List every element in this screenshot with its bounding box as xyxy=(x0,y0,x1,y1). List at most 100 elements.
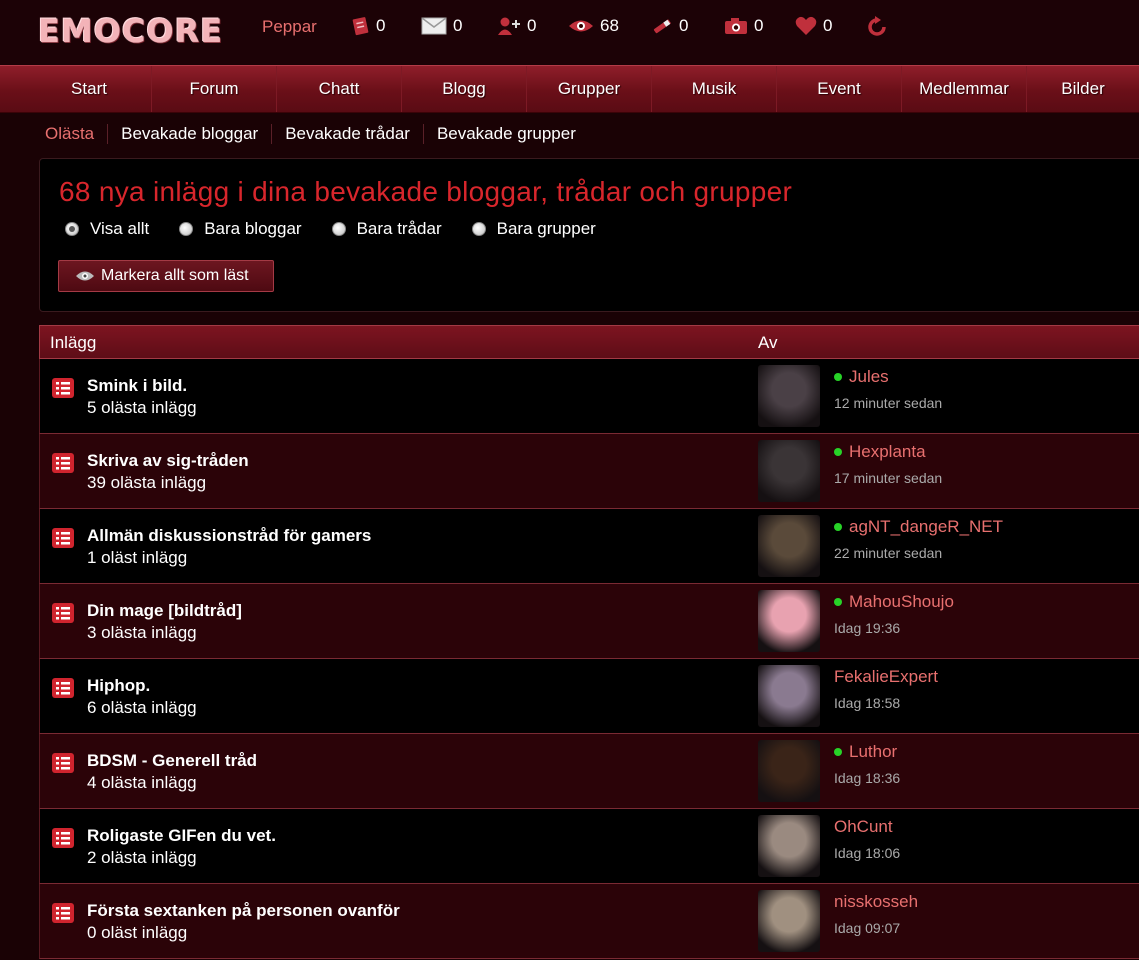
friend-request-stat[interactable]: 0 xyxy=(497,16,536,36)
column-header-by: Av xyxy=(758,333,778,352)
subnav-bevakade-bloggar[interactable]: Bevakade bloggar xyxy=(121,124,258,144)
main-nav: Start Forum Chatt Blogg Grupper Musik Ev… xyxy=(0,65,1139,113)
mark-all-read-button[interactable]: Markera allt som läst xyxy=(58,260,274,292)
author-link[interactable]: Jules xyxy=(834,367,889,387)
radio-button[interactable] xyxy=(331,222,346,236)
filter-bara-bloggar[interactable]: Bara bloggar xyxy=(179,219,302,239)
pen-stat[interactable]: 0 xyxy=(651,16,688,36)
eye-icon xyxy=(76,271,94,281)
author-link[interactable]: agNT_dangeR_NET xyxy=(834,517,1003,537)
thread-list-icon xyxy=(52,378,74,398)
nav-forum[interactable]: Forum xyxy=(152,66,277,112)
online-indicator xyxy=(834,448,842,456)
avatar[interactable] xyxy=(758,590,820,652)
post-time: Idag 18:36 xyxy=(834,770,901,786)
filter-label: Bara trådar xyxy=(356,219,442,238)
filter-bara-grupper[interactable]: Bara grupper xyxy=(471,219,596,239)
avatar[interactable] xyxy=(758,515,820,577)
table-body: Smink i bild. 5 olästa inlägg Jules 12 minu… xyxy=(39,359,1139,959)
nav-event[interactable]: Event xyxy=(777,66,902,112)
post-time: 17 minuter sedan xyxy=(834,470,943,486)
filter-label: Bara grupper xyxy=(496,219,596,238)
avatar[interactable] xyxy=(758,365,820,427)
subnav-olasta[interactable]: Olästa xyxy=(45,124,94,144)
author-name: OhCunt xyxy=(834,817,893,836)
nav-start[interactable]: Start xyxy=(27,66,152,112)
author-link[interactable]: Luthor xyxy=(834,742,897,762)
eye-icon xyxy=(569,20,593,32)
radio-button[interactable] xyxy=(471,222,486,236)
avatar[interactable] xyxy=(758,440,820,502)
mail-stat[interactable]: 0 xyxy=(421,16,462,36)
nav-grupper[interactable]: Grupper xyxy=(527,66,652,112)
pen-count: 0 xyxy=(679,16,689,35)
thread-title[interactable]: Roligaste GIFen du vet. xyxy=(87,826,276,846)
guestbook-count: 0 xyxy=(376,16,386,35)
table-row[interactable]: Roligaste GIFen du vet. 2 olästa inlägg Oh… xyxy=(39,809,1139,884)
sub-nav: Olästa Bevakade bloggar Bevakade trådar … xyxy=(45,124,576,144)
unread-count: 1 oläst inlägg xyxy=(87,548,188,567)
nav-bilder[interactable]: Bilder xyxy=(1027,66,1139,112)
nav-chatt[interactable]: Chatt xyxy=(277,66,402,112)
thread-title[interactable]: Skriva av sig-tråden xyxy=(87,451,249,471)
author-name: Jules xyxy=(849,367,889,386)
table-row[interactable]: Första sextanken på personen ovanför 0 ol… xyxy=(39,884,1139,959)
mail-icon xyxy=(421,17,447,35)
top-bar: EMOCORE Peppar 0 0 0 68 0 0 0 xyxy=(0,0,1139,64)
author-name: agNT_dangeR_NET xyxy=(849,517,1004,536)
subnav-bevakade-grupper[interactable]: Bevakade grupper xyxy=(437,124,576,144)
heart-stat[interactable]: 0 xyxy=(795,16,832,36)
thread-title[interactable]: BDSM - Generell tråd xyxy=(87,751,257,771)
thread-list-icon xyxy=(52,828,74,848)
thread-title[interactable]: Första sextanken på personen ovanför xyxy=(87,901,400,921)
unread-count: 0 oläst inlägg xyxy=(87,923,188,942)
subnav-bevakade-tradar[interactable]: Bevakade trådar xyxy=(285,124,410,144)
username-link[interactable]: Peppar xyxy=(262,17,317,37)
thread-title[interactable]: Allmän diskussionstråd för gamers xyxy=(87,526,371,546)
author-link[interactable]: nisskosseh xyxy=(834,892,918,912)
thread-title[interactable]: Smink i bild. xyxy=(87,376,187,396)
guestbook-stat[interactable]: 0 xyxy=(352,16,385,36)
nav-musik[interactable]: Musik xyxy=(652,66,777,112)
author-link[interactable]: OhCunt xyxy=(834,817,893,837)
author-link[interactable]: FekalieExpert xyxy=(834,667,938,687)
radio-button[interactable] xyxy=(179,222,194,236)
filter-visa-allt[interactable]: Visa allt xyxy=(65,219,149,239)
unread-count: 2 olästa inlägg xyxy=(87,848,197,867)
table-row[interactable]: Skriva av sig-tråden 39 olästa inlägg Hexp… xyxy=(39,434,1139,509)
avatar[interactable] xyxy=(758,740,820,802)
logout-button[interactable] xyxy=(866,16,888,38)
nav-blogg[interactable]: Blogg xyxy=(402,66,527,112)
table-row[interactable]: Din mage [bildtråd] 3 olästa inlägg MahouS… xyxy=(39,584,1139,659)
avatar[interactable] xyxy=(758,665,820,727)
site-logo[interactable]: EMOCORE xyxy=(38,12,223,50)
friend-request-icon xyxy=(498,17,520,35)
avatar[interactable] xyxy=(758,890,820,952)
unread-count: 39 olästa inlägg xyxy=(87,473,207,492)
camera-stat[interactable]: 0 xyxy=(724,16,763,36)
thread-list-icon xyxy=(52,453,74,473)
watched-stat[interactable]: 68 xyxy=(568,16,619,36)
table-row[interactable]: Allmän diskussionstråd för gamers 1 oläst… xyxy=(39,509,1139,584)
author-link[interactable]: MahouShoujo xyxy=(834,592,954,612)
online-indicator xyxy=(834,523,842,531)
avatar[interactable] xyxy=(758,815,820,877)
thread-title[interactable]: Din mage [bildtråd] xyxy=(87,601,242,621)
nav-medlemmar[interactable]: Medlemmar xyxy=(902,66,1027,112)
filter-bara-tradar[interactable]: Bara trådar xyxy=(331,219,442,239)
refresh-icon xyxy=(868,16,886,36)
table-row[interactable]: Smink i bild. 5 olästa inlägg Jules 12 minu… xyxy=(39,359,1139,434)
table-row[interactable]: BDSM - Generell tråd 4 olästa inlägg Lutho… xyxy=(39,734,1139,809)
post-time: Idag 19:36 xyxy=(834,620,901,636)
author-link[interactable]: Hexplanta xyxy=(834,442,926,462)
author-name: Luthor xyxy=(849,742,898,761)
radio-button[interactable] xyxy=(65,222,79,236)
post-time: 12 minuter sedan xyxy=(834,395,943,411)
filter-label: Bara bloggar xyxy=(204,219,302,238)
heart-icon xyxy=(795,16,817,35)
author-name: FekalieExpert xyxy=(834,667,938,686)
online-indicator xyxy=(834,748,842,756)
mark-all-read-label: Markera allt som läst xyxy=(101,267,249,284)
thread-title[interactable]: Hiphop. xyxy=(87,676,150,696)
table-row[interactable]: Hiphop. 6 olästa inlägg FekalieExpert Idag … xyxy=(39,659,1139,734)
